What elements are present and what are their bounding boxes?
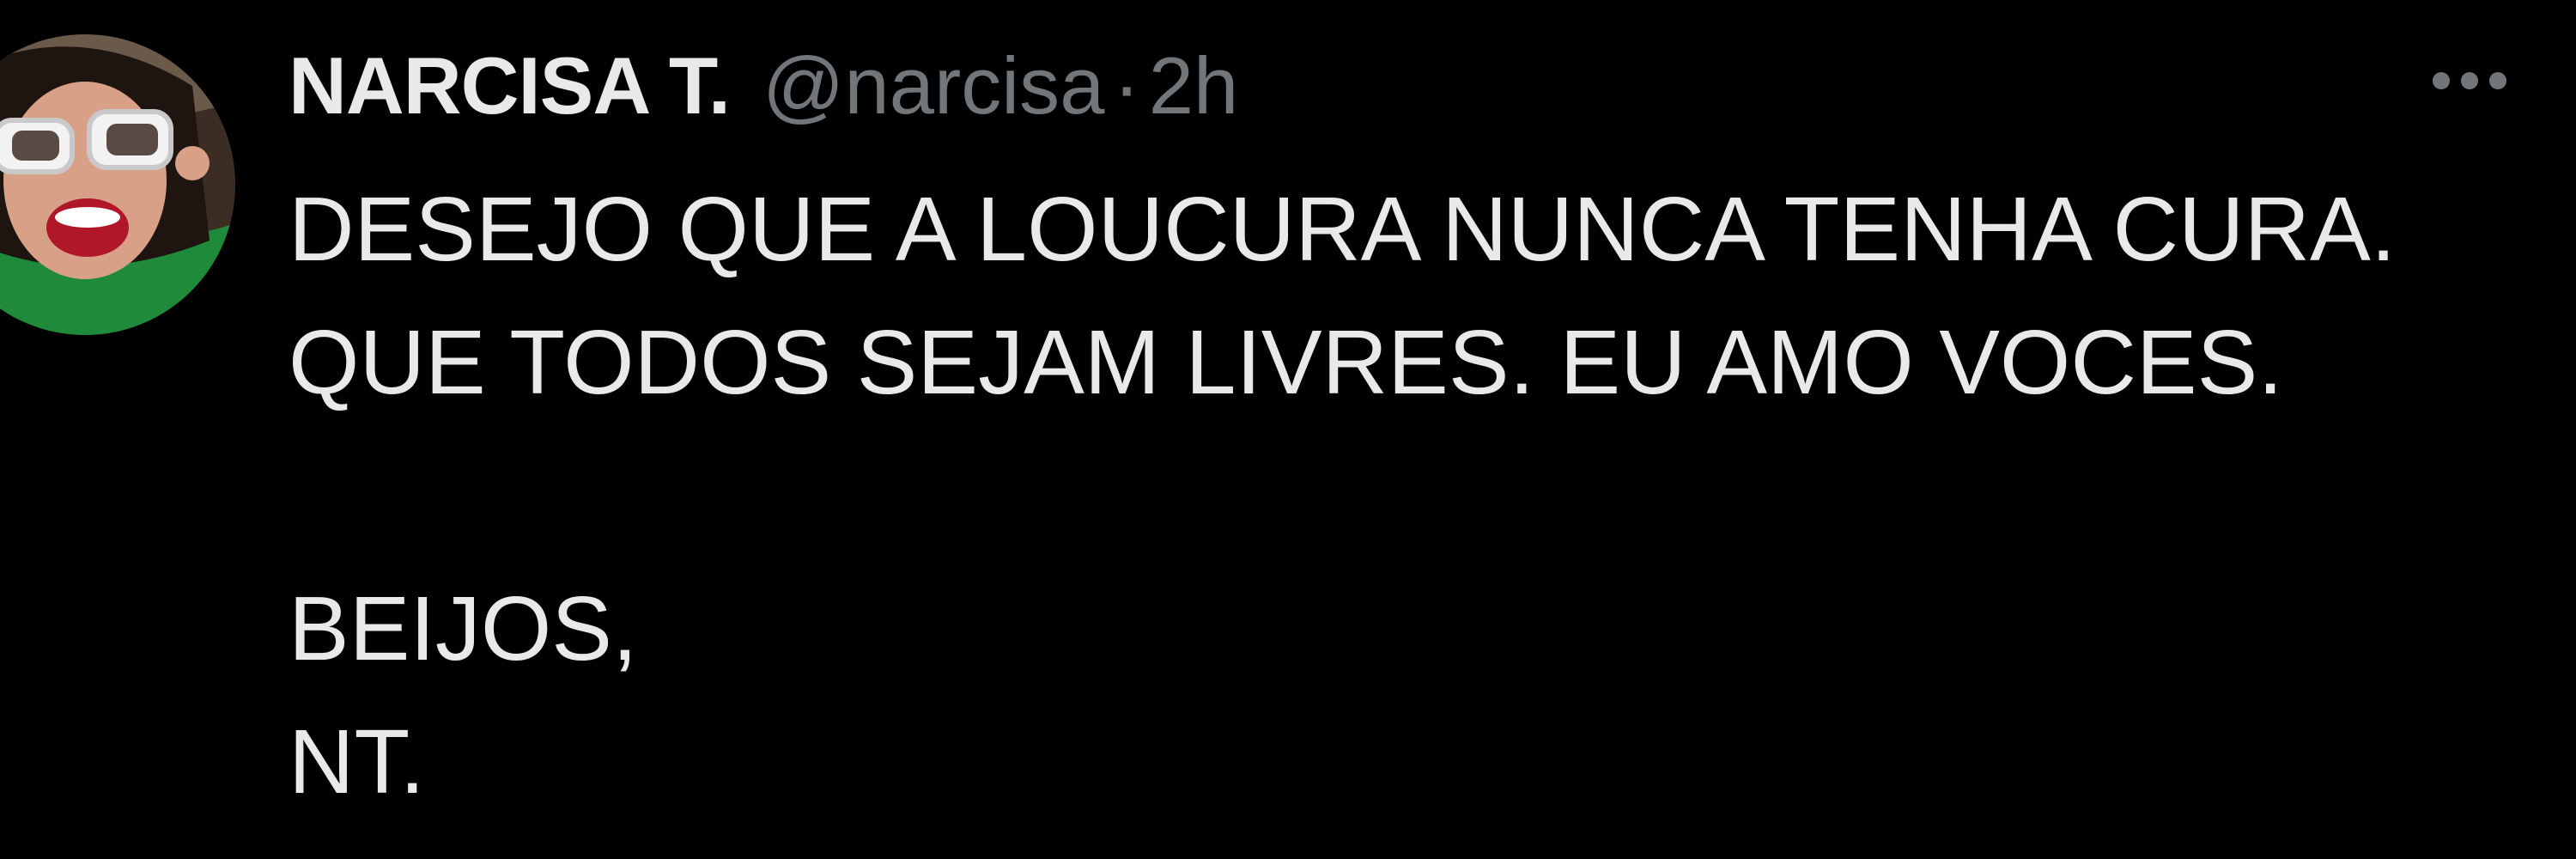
author-handle[interactable]: @narcisa [762,40,1104,132]
tweet-text-line: DESEJO QUE A LOUCURA NUNCA TENHA CURA. [289,179,2397,280]
author-display-name[interactable]: NARCISA T. [289,40,731,132]
tweet-text: DESEJO QUE A LOUCURA NUNCA TENHA CURA. Q… [289,163,2555,829]
header-separator: · [1113,40,1140,131]
tweet-timestamp[interactable]: 2h [1149,40,1239,132]
more-options-icon [2433,72,2506,89]
tweet-header: NARCISA T. @narcisa · 2h [289,34,1238,137]
avatar[interactable] [0,34,235,335]
tweet-text-line: BEIJOS, [289,578,638,679]
tweet-text-line: NT. [289,711,425,813]
avatar-image [0,34,235,335]
tweet-text-blank-line [289,430,2555,563]
more-options-button[interactable] [2427,55,2512,107]
tweet-text-line: QUE TODOS SEJAM LIVRES. EU AMO VOCES. [289,312,2283,413]
tweet[interactable]: NARCISA T. @narcisa · 2h DESEJO QUE A LO… [0,0,2576,859]
